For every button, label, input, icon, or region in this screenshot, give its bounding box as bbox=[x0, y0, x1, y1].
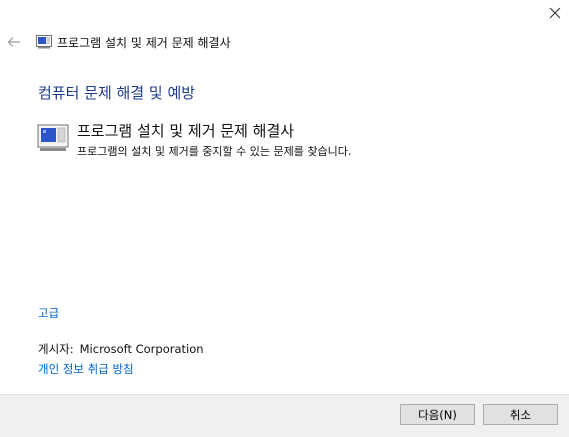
publisher-label: 게시자: bbox=[38, 342, 74, 356]
publisher-info: 게시자: Microsoft Corporation bbox=[38, 341, 204, 357]
program-installer-icon bbox=[36, 35, 52, 49]
back-button[interactable] bbox=[5, 33, 23, 51]
section-heading: 컴퓨터 문제 해결 및 예방 bbox=[38, 84, 196, 102]
publisher-value: Microsoft Corporation bbox=[79, 342, 204, 356]
back-arrow-icon bbox=[7, 37, 20, 47]
advanced-link[interactable]: 고급 bbox=[38, 305, 59, 321]
footer-bar: 다음(N) 취소 bbox=[0, 394, 569, 437]
program-installer-icon bbox=[37, 124, 69, 151]
cancel-button[interactable]: 취소 bbox=[483, 404, 558, 425]
troubleshooter-title[interactable]: 프로그램 설치 및 제거 문제 해결사 bbox=[77, 120, 294, 141]
privacy-policy-link[interactable]: 개인 정보 취급 방침 bbox=[38, 361, 134, 377]
close-icon bbox=[549, 7, 560, 19]
troubleshooter-description: 프로그램의 설치 및 제거를 중지할 수 있는 문제를 찾습니다. bbox=[77, 145, 352, 158]
close-button[interactable] bbox=[540, 0, 569, 26]
window-title: 프로그램 설치 및 제거 문제 해결사 bbox=[57, 36, 231, 50]
next-button[interactable]: 다음(N) bbox=[400, 404, 475, 425]
